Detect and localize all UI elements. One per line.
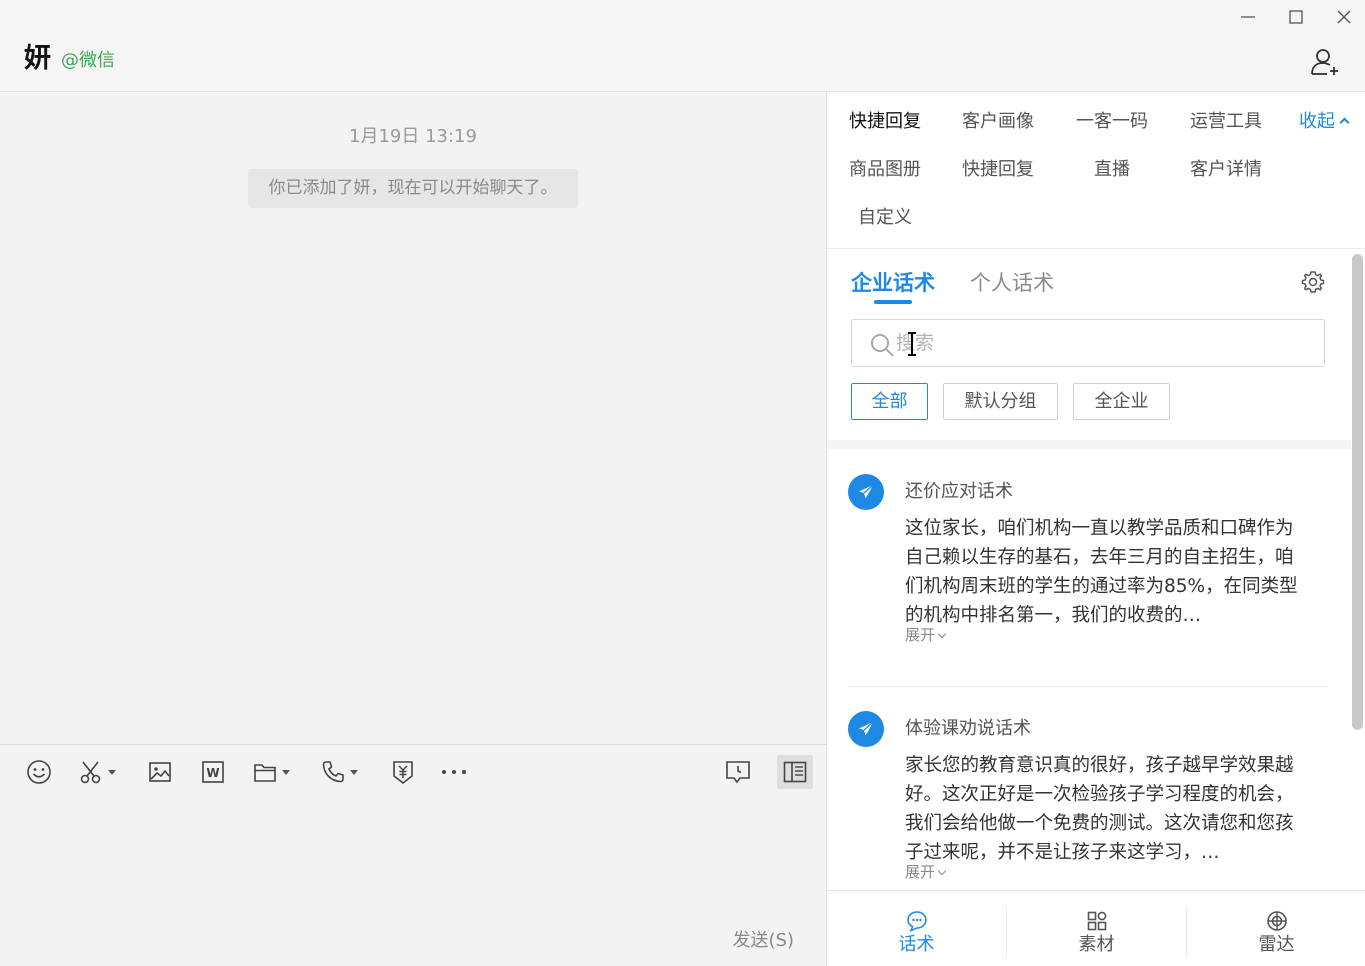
chevron-down-icon bbox=[937, 629, 947, 639]
expand-label: 展开 bbox=[905, 863, 936, 881]
send-button[interactable]: 发送(S) bbox=[733, 926, 794, 952]
chat-bubble-icon bbox=[907, 911, 927, 932]
folder-icon[interactable] bbox=[253, 757, 290, 787]
active-tab-indicator bbox=[874, 300, 912, 304]
chevron-down-icon[interactable] bbox=[282, 769, 290, 775]
quick-nav-item-customer-details[interactable]: 客户详情 bbox=[1190, 158, 1262, 182]
search-box[interactable] bbox=[851, 319, 1325, 367]
tab-personal-scripts[interactable]: 个人话术 bbox=[970, 270, 1054, 296]
search-icon bbox=[871, 334, 894, 357]
bottom-nav-label: 素材 bbox=[1078, 934, 1115, 955]
close-icon[interactable] bbox=[1330, 4, 1358, 30]
expand-button[interactable]: 展开 bbox=[905, 624, 947, 645]
bottom-nav-label: 雷达 bbox=[1258, 934, 1295, 955]
maximize-icon[interactable] bbox=[1282, 4, 1310, 30]
history-message-icon[interactable] bbox=[725, 757, 751, 787]
quick-nav-item-live[interactable]: 直播 bbox=[1094, 158, 1130, 182]
quick-nav-item-ops-tools[interactable]: 运营工具 bbox=[1190, 110, 1262, 134]
text-cursor-icon bbox=[908, 332, 916, 356]
side-panel: 快捷回复 客户画像 一客一码 运营工具 收起 商品图册 快捷回复 直播 客户详情… bbox=[826, 92, 1365, 966]
scrollbar[interactable] bbox=[1352, 254, 1363, 730]
quick-nav: 快捷回复 客户画像 一客一码 运营工具 收起 商品图册 快捷回复 直播 客户详情… bbox=[827, 92, 1365, 249]
filter-whole-enterprise[interactable]: 全企业 bbox=[1073, 383, 1170, 420]
gear-icon[interactable] bbox=[1301, 270, 1325, 294]
search-input[interactable] bbox=[896, 328, 1296, 358]
script-body: 这位家长，咱们机构一直以教学品质和口碑作为自己赖以生存的基石，去年三月的自主招生… bbox=[905, 518, 1298, 626]
send-icon[interactable] bbox=[848, 474, 884, 510]
item-divider bbox=[848, 686, 1328, 687]
script-title: 还价应对话术 bbox=[905, 481, 1013, 502]
chat-message-area[interactable]: 1月19日 13:19 你已添加了妍，现在可以开始聊天了。 bbox=[0, 92, 826, 744]
chevron-up-icon bbox=[1339, 117, 1350, 128]
expand-button[interactable]: 展开 bbox=[905, 861, 947, 882]
contact-source: @微信 bbox=[61, 50, 115, 71]
document-icon[interactable]: W bbox=[201, 757, 225, 787]
send-icon[interactable] bbox=[848, 711, 884, 747]
bottom-nav-materials[interactable]: 素材 bbox=[1007, 891, 1186, 966]
bottom-nav-radar[interactable]: 雷达 bbox=[1187, 891, 1365, 966]
image-icon[interactable] bbox=[148, 757, 172, 787]
quick-nav-item-custom[interactable]: 自定义 bbox=[858, 206, 912, 230]
quick-nav-item-one-code[interactable]: 一客一码 bbox=[1076, 110, 1148, 134]
filter-all[interactable]: 全部 bbox=[851, 383, 928, 420]
chat-header: 妍 @微信 bbox=[0, 0, 1365, 92]
chevron-down-icon[interactable] bbox=[108, 769, 116, 775]
script-pane: 企业话术 个人话术 全部 默认分组 全企业 还价应对话术 这位家长，咱们机构一直… bbox=[827, 250, 1351, 890]
script-title: 体验课劝说话术 bbox=[905, 718, 1031, 739]
quick-nav-item-product-album[interactable]: 商品图册 bbox=[849, 158, 921, 182]
quick-nav-item-customer-profile[interactable]: 客户画像 bbox=[962, 110, 1034, 134]
collapse-label: 收起 bbox=[1299, 111, 1335, 132]
quick-nav-item-quick-reply[interactable]: 快捷回复 bbox=[849, 110, 921, 134]
tab-enterprise-scripts[interactable]: 企业话术 bbox=[851, 270, 935, 296]
bottom-nav-label: 话术 bbox=[898, 934, 935, 955]
message-input-area[interactable]: W 发送(S) bbox=[0, 744, 826, 966]
add-member-icon[interactable] bbox=[1309, 46, 1341, 78]
chevron-down-icon[interactable] bbox=[350, 769, 358, 775]
bottom-nav: 话术 素材 雷达 bbox=[827, 890, 1365, 966]
screenshot-icon[interactable] bbox=[79, 757, 116, 787]
svg-text:W: W bbox=[206, 766, 219, 780]
minimize-icon[interactable] bbox=[1234, 4, 1262, 30]
side-panel-toggle-icon[interactable] bbox=[777, 755, 813, 789]
collapse-button[interactable]: 收起 bbox=[1299, 110, 1350, 134]
more-icon[interactable] bbox=[441, 757, 467, 787]
bottom-nav-scripts[interactable]: 话术 bbox=[827, 891, 1006, 966]
filter-default-group[interactable]: 默认分组 bbox=[943, 383, 1058, 420]
contact-name: 妍 bbox=[24, 43, 51, 74]
message-timestamp: 1月19日 13:19 bbox=[349, 126, 477, 147]
payment-icon[interactable] bbox=[390, 757, 416, 787]
quick-nav-item-quick-reply-2[interactable]: 快捷回复 bbox=[962, 158, 1034, 182]
system-message: 你已添加了妍，现在可以开始聊天了。 bbox=[248, 169, 578, 208]
emoji-icon[interactable] bbox=[26, 757, 52, 787]
radar-icon bbox=[1267, 911, 1287, 931]
chevron-down-icon bbox=[937, 866, 947, 876]
section-divider bbox=[827, 440, 1351, 449]
phone-icon[interactable] bbox=[321, 757, 358, 787]
script-body: 家长您的教育意识真的很好，孩子越早学效果越好。这次正好是一次检验孩子学习程度的机… bbox=[905, 755, 1294, 863]
expand-label: 展开 bbox=[905, 626, 936, 644]
grid-icon bbox=[1087, 911, 1107, 931]
